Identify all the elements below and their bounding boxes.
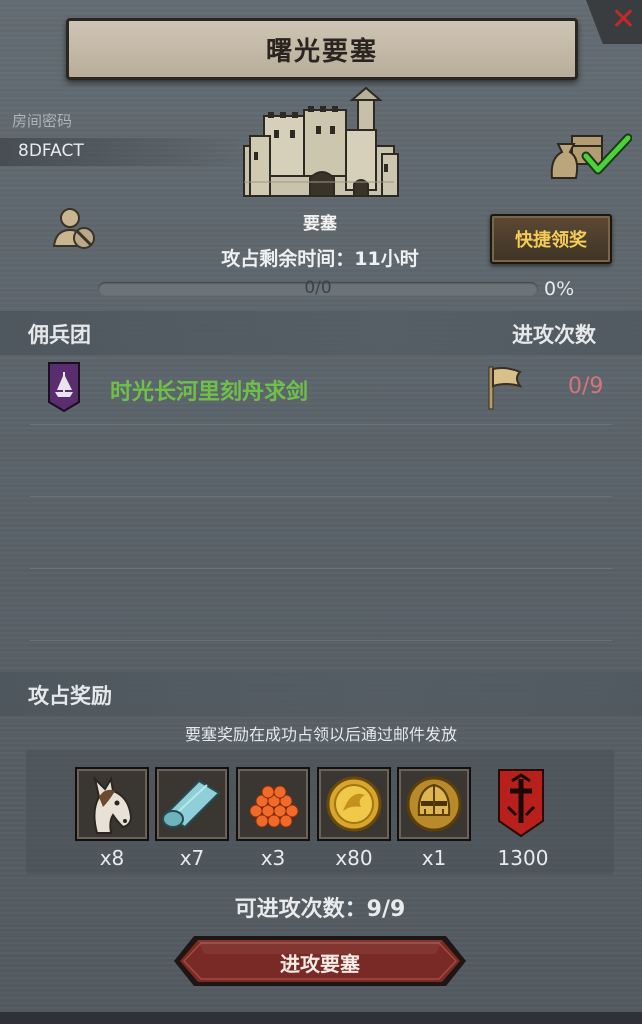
reward-qty: x80 <box>335 846 373 870</box>
rewards-claimed-icon[interactable] <box>548 126 632 182</box>
reward-slot-horse[interactable] <box>75 767 149 841</box>
attacks-available: 可进攻次数：9/9 <box>234 897 406 922</box>
gold-coin-icon <box>326 776 382 832</box>
quick-claim-button[interactable]: 快捷领奖 <box>490 214 612 264</box>
guild-member-off-icon[interactable] <box>50 204 98 252</box>
capture-progress-percent: 0% <box>544 278 575 300</box>
roe-icon <box>249 785 299 828</box>
shield-banner-icon <box>498 769 544 838</box>
reward-qty: x7 <box>179 846 205 870</box>
reward-qty: 1300 <box>497 846 549 870</box>
reward-qty: x3 <box>260 846 286 870</box>
reward-qty: x1 <box>421 846 447 870</box>
flag-icon <box>488 366 523 410</box>
row-divider <box>30 568 612 569</box>
room-code-label: 房间密码 <box>12 112 73 130</box>
guild-emblem-icon <box>48 362 80 412</box>
page-title: 曙光要塞 <box>66 18 578 80</box>
reward-qty: x8 <box>99 846 125 870</box>
room-code: 8DFACT <box>18 141 84 161</box>
fortress-label: 要塞 <box>303 214 337 234</box>
close-icon[interactable]: ✕ <box>611 2 636 37</box>
guild-attack-count: 0/9 <box>568 374 604 399</box>
reward-note: 要塞奖励在成功占领以后通过邮件发放 <box>184 725 457 744</box>
reward-slot-guild-points[interactable] <box>486 767 560 841</box>
bottom-edge <box>0 1012 642 1024</box>
capture-progress-text: 0/0 <box>304 278 332 298</box>
helmet-coin-icon <box>406 776 462 832</box>
reward-slot-cloth[interactable] <box>155 767 229 841</box>
guild-header: 佣兵团 <box>28 323 91 347</box>
fortress-icon <box>243 86 399 197</box>
row-divider <box>30 640 612 641</box>
reward-slot-roe[interactable] <box>236 767 310 841</box>
row-divider <box>30 496 612 497</box>
attack-fortress-label[interactable]: 进攻要塞 <box>174 948 466 977</box>
horse-icon <box>93 775 133 834</box>
attack-count-header: 进攻次数 <box>512 323 596 347</box>
time-remaining: 攻占剩余时间：11小时 <box>221 248 419 270</box>
reward-header: 攻占奖励 <box>28 684 112 708</box>
reward-slot-gold[interactable] <box>317 767 391 841</box>
row-divider <box>30 424 612 425</box>
cloth-icon <box>162 779 221 829</box>
reward-slot-helmet[interactable] <box>397 767 471 841</box>
guild-name[interactable]: 时光长河里刻舟求剑 <box>110 374 308 406</box>
